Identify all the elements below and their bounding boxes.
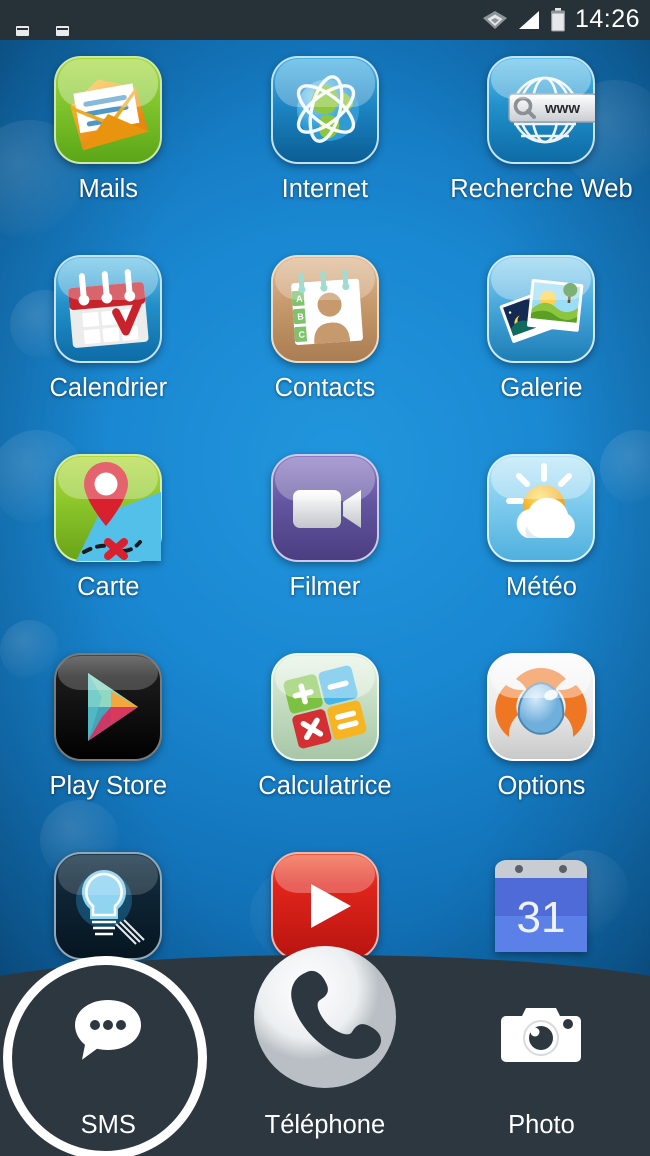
app-row: Mails Internet www Recherche Web xyxy=(0,40,650,239)
status-bar-indicators: 14:26 xyxy=(482,0,640,40)
signal-icon xyxy=(518,11,539,29)
app-row: Play Store Calculatrice Options xyxy=(0,637,650,836)
app-filmer[interactable]: Filmer xyxy=(217,438,434,637)
status-bar: 14:26 xyxy=(0,0,650,40)
svg-text:B: B xyxy=(297,311,305,321)
app-label: Calculatrice xyxy=(258,772,392,800)
svg-text:C: C xyxy=(298,329,306,339)
app-label: Recherche Web xyxy=(450,175,633,203)
app-carte[interactable]: Carte xyxy=(0,438,217,637)
flashlight-bulb-icon xyxy=(54,852,163,960)
play-store-icon xyxy=(54,653,163,761)
app-meteo[interactable]: Météo xyxy=(433,438,650,637)
app-label: Filmer xyxy=(289,573,361,601)
app-grid: Mails Internet www Recherche Web Calendr… xyxy=(0,40,650,1035)
app-recherche-web[interactable]: www Recherche Web xyxy=(433,40,650,239)
camera-icon xyxy=(496,988,586,1078)
notification-icon xyxy=(56,26,69,36)
dock-label: Téléphone xyxy=(264,1111,386,1139)
dock-label: Photo xyxy=(508,1111,575,1139)
app-label: Calendrier xyxy=(49,374,168,402)
settings-swirl-icon xyxy=(487,653,596,761)
dock-item-photo[interactable]: Photo xyxy=(433,955,650,1156)
svg-text:www: www xyxy=(544,100,580,117)
dock-item-telephone[interactable]: Téléphone xyxy=(217,946,434,1156)
app-galerie[interactable]: Galerie xyxy=(433,239,650,438)
wifi-icon xyxy=(482,11,507,29)
phone-handset-icon xyxy=(251,943,399,1091)
app-play-store[interactable]: Play Store xyxy=(0,637,217,836)
address-book-icon: ABC xyxy=(270,255,379,363)
svg-text:31: 31 xyxy=(517,893,566,942)
app-label: Carte xyxy=(77,573,140,601)
selection-highlight-ring xyxy=(3,956,207,1156)
app-options[interactable]: Options xyxy=(433,637,650,836)
app-label: Mails xyxy=(78,175,139,203)
google-calendar-31-icon: 31 xyxy=(487,852,595,960)
app-row: Calendrier B C Contacts Galerie xyxy=(0,239,650,438)
dock: SMS Téléphone Photo xyxy=(0,946,650,1156)
app-label: Météo xyxy=(506,573,577,601)
app-calendrier[interactable]: Calendrier xyxy=(0,239,217,438)
photo-stack-icon xyxy=(487,255,596,363)
app-label: Contacts xyxy=(274,374,376,402)
app-row: Carte Filmer Météo xyxy=(0,438,650,637)
mail-envelope-icon xyxy=(54,56,163,164)
app-mails[interactable]: Mails xyxy=(0,40,217,239)
web-search-icon: www xyxy=(487,56,599,164)
battery-icon xyxy=(550,8,565,32)
app-label: Internet xyxy=(281,175,369,203)
phone-home-screen: 14:26 Mails Internet www Recherche Web C… xyxy=(0,0,650,1156)
sun-cloud-icon xyxy=(487,454,596,562)
calendar-check-icon xyxy=(54,255,163,363)
app-label: Options xyxy=(497,772,586,800)
app-calculatrice[interactable]: Calculatrice xyxy=(217,637,434,836)
app-contacts[interactable]: ABC C xyxy=(217,239,434,438)
globe-orbit-icon xyxy=(270,56,379,164)
status-bar-clock: 14:26 xyxy=(574,4,640,33)
app-label: Play Store xyxy=(49,772,168,800)
calculator-icon xyxy=(270,653,379,761)
notification-icon xyxy=(16,26,29,36)
app-label: Galerie xyxy=(500,374,583,402)
video-camera-icon xyxy=(270,454,379,562)
map-pin-icon xyxy=(54,454,163,562)
app-internet[interactable]: Internet xyxy=(217,40,434,239)
